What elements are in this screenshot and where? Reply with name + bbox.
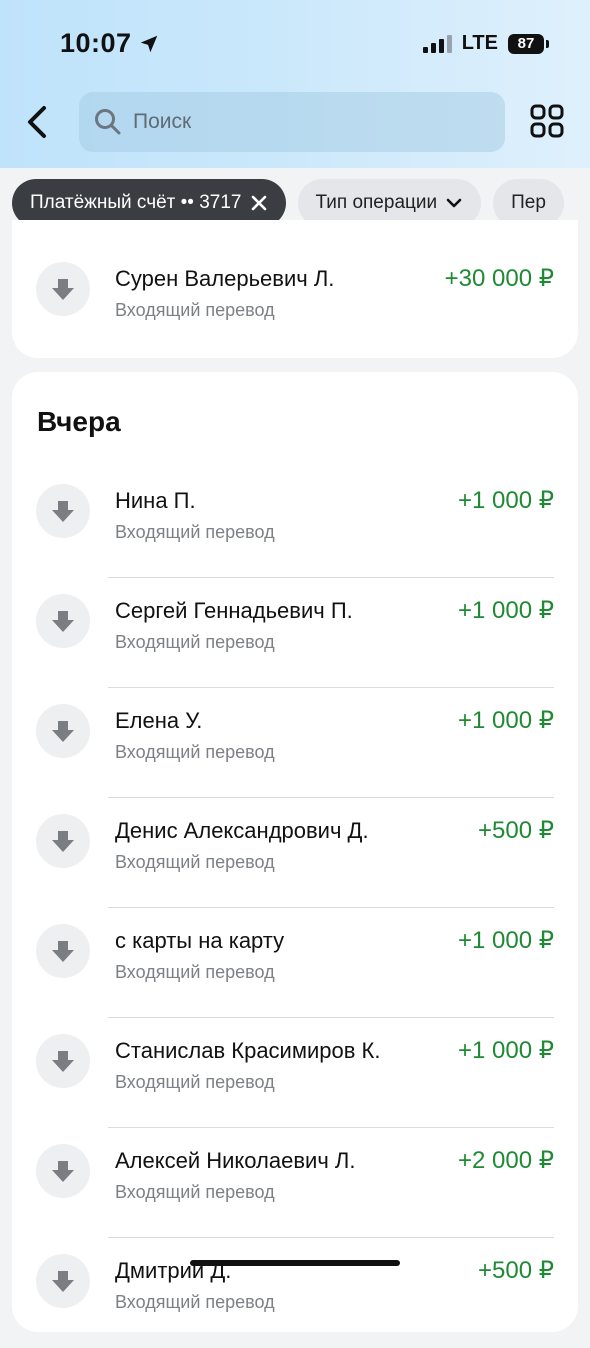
arrow-down-icon	[36, 814, 90, 868]
operation-type: Входящий перевод	[115, 962, 275, 982]
arrow-down-icon	[36, 1034, 90, 1088]
operation-amount: +500 ₽	[478, 1257, 554, 1284]
operation-amount: +30 000 ₽	[444, 265, 554, 292]
chevron-down-icon	[446, 198, 462, 208]
operation-amount: +1 000 ₽	[457, 1037, 554, 1064]
arrow-down-icon	[36, 704, 90, 758]
operation-row[interactable]: Нина П. Входящий перевод +1 000 ₽	[12, 468, 578, 578]
operation-amount: +1 000 ₽	[457, 927, 554, 954]
filter-chip-label: Тип операции	[315, 192, 438, 213]
operation-row[interactable]: Дмитрий Д. Входящий перевод +500 ₽	[12, 1238, 578, 1348]
operation-row[interactable]: Сурен Валерьевич Л. Входящий перевод +30…	[12, 246, 578, 356]
operation-name: Алексей Николаевич Л.	[115, 1148, 356, 1173]
operation-name: Станислав Красимиров К.	[115, 1038, 381, 1063]
location-arrow-icon	[140, 35, 157, 52]
operation-type: Входящий перевод	[115, 1072, 275, 1092]
arrow-down-icon	[36, 594, 90, 648]
operation-amount: +500 ₽	[478, 817, 554, 844]
operation-row[interactable]: Елена У. Входящий перевод +1 000 ₽	[12, 688, 578, 798]
status-indicators: LTE 87	[422, 32, 549, 55]
operation-name: Сурен Валерьевич Л.	[115, 266, 335, 291]
battery-level: 87	[517, 35, 535, 52]
operation-name: Денис Александрович Д.	[115, 818, 369, 843]
arrow-down-icon	[36, 262, 90, 316]
operations-card-yesterday: Вчера Нина П. Входящий перевод +1 000 ₽ …	[12, 372, 578, 1332]
operations-card-today: Сурен Валерьевич Л. Входящий перевод +30…	[12, 220, 578, 358]
status-time: 10:07	[60, 28, 160, 59]
operation-name: Нина П.	[115, 488, 196, 513]
operation-name: Елена У.	[115, 708, 203, 733]
operation-type: Входящий перевод	[115, 1292, 275, 1312]
operation-row[interactable]: Алексей Николаевич Л. Входящий перевод +…	[12, 1128, 578, 1238]
operation-name: с карты на карту	[115, 928, 285, 953]
arrow-down-icon	[36, 924, 90, 978]
close-icon[interactable]	[250, 194, 268, 212]
battery-icon: 87	[508, 33, 549, 54]
search-field[interactable]	[79, 92, 505, 152]
top-bar: 10:07 LTE 87	[0, 0, 590, 168]
operation-type: Входящий перевод	[115, 522, 275, 542]
home-indicator	[190, 1260, 400, 1266]
arrow-down-icon	[36, 484, 90, 538]
search-icon	[95, 109, 121, 135]
status-time-text: 10:07	[60, 28, 132, 58]
arrow-down-icon	[36, 1254, 90, 1308]
operation-row[interactable]: Сергей Геннадьевич П. Входящий перевод +…	[12, 578, 578, 688]
grid-icon[interactable]	[530, 104, 564, 138]
operation-type: Входящий перевод	[115, 300, 275, 320]
operation-amount: +1 000 ₽	[457, 707, 554, 734]
operation-type: Входящий перевод	[115, 852, 275, 872]
operation-name: Сергей Геннадьевич П.	[115, 598, 353, 623]
operation-type: Входящий перевод	[115, 632, 275, 652]
operation-amount: +2 000 ₽	[457, 1147, 554, 1174]
operation-row[interactable]: с карты на карту Входящий перевод +1 000…	[12, 908, 578, 1018]
back-button[interactable]	[20, 100, 56, 144]
operation-type: Входящий перевод	[115, 1182, 275, 1202]
filter-chip-label: Пер	[511, 192, 546, 213]
operation-amount: +1 000 ₽	[457, 487, 554, 514]
section-title: Вчера	[37, 406, 121, 437]
search-input[interactable]	[131, 109, 495, 135]
operation-row[interactable]: Денис Александрович Д. Входящий перевод …	[12, 798, 578, 908]
operation-type: Входящий перевод	[115, 742, 275, 762]
filter-chip-label: Платёжный счёт •• 3717	[30, 192, 242, 213]
arrow-down-icon	[36, 1144, 90, 1198]
operation-row[interactable]: Станислав Красимиров К. Входящий перевод…	[12, 1018, 578, 1128]
signal-icon	[422, 34, 452, 53]
operation-amount: +1 000 ₽	[457, 597, 554, 624]
network-type: LTE	[461, 32, 498, 54]
